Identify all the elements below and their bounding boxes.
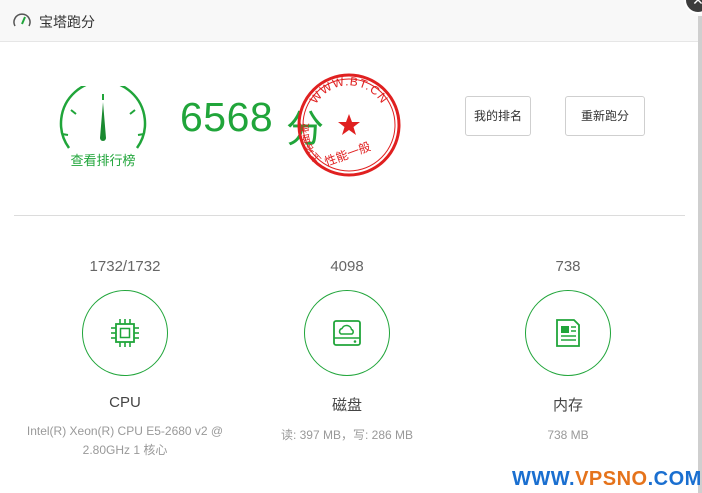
speedometer-icon: [13, 13, 31, 27]
memory-icon-circle: [525, 290, 611, 376]
cpu-detail: Intel(R) Xeon(R) CPU E5-2680 v2 @ 2.80GH…: [26, 424, 224, 457]
gauge-icon: [59, 86, 147, 149]
disk-metric: 4098 磁盘 读: 397 MB，写: 286 MB: [247, 256, 447, 445]
watermark-suffix: .COM: [647, 468, 702, 490]
my-rank-button[interactable]: 我的排名: [465, 96, 531, 136]
performance-stamp: WWW.BT.CN 宝塔面板 性能一般: [297, 73, 401, 177]
close-icon: ✕: [692, 0, 702, 8]
cpu-label: CPU: [109, 394, 141, 411]
disk-cloud-icon: [333, 320, 361, 346]
stamp-bottom-text: 性能一般: [322, 139, 372, 170]
disk-detail: 读: 397 MB，写: 286 MB: [280, 428, 414, 442]
memory-detail: 738 MB: [547, 428, 589, 442]
watermark-brand: VPSNO: [575, 468, 648, 490]
disk-score: 4098: [330, 258, 364, 275]
dialog-title: 宝塔跑分: [39, 14, 95, 30]
stamp-star-icon: [338, 114, 360, 135]
memory-metric: 738 内存 738 MB: [468, 256, 668, 445]
memory-label: 内存: [552, 397, 583, 414]
memory-card-icon: [556, 319, 580, 347]
cpu-metric: 1732/1732 CPU Intel(R) Xeon(R) CPU E5-26…: [25, 256, 225, 460]
memory-score: 738: [555, 258, 581, 275]
rerun-benchmark-button[interactable]: 重新跑分: [565, 96, 645, 136]
section-divider: [14, 215, 685, 216]
watermark-prefix: WWW.: [512, 468, 576, 490]
score-value: 6568: [180, 94, 274, 140]
dialog-edge: [698, 16, 702, 493]
view-leaderboard-link[interactable]: 查看排行榜: [55, 150, 151, 169]
cpu-icon-circle: [82, 290, 168, 376]
dialog-titlebar: 宝塔跑分: [0, 0, 702, 42]
cpu-score: 1732/1732: [89, 258, 161, 275]
disk-icon-circle: [304, 290, 390, 376]
site-watermark: WWW.VPSNO.COM: [512, 468, 702, 491]
disk-label: 磁盘: [331, 397, 362, 414]
cpu-chip-icon: [111, 319, 139, 347]
